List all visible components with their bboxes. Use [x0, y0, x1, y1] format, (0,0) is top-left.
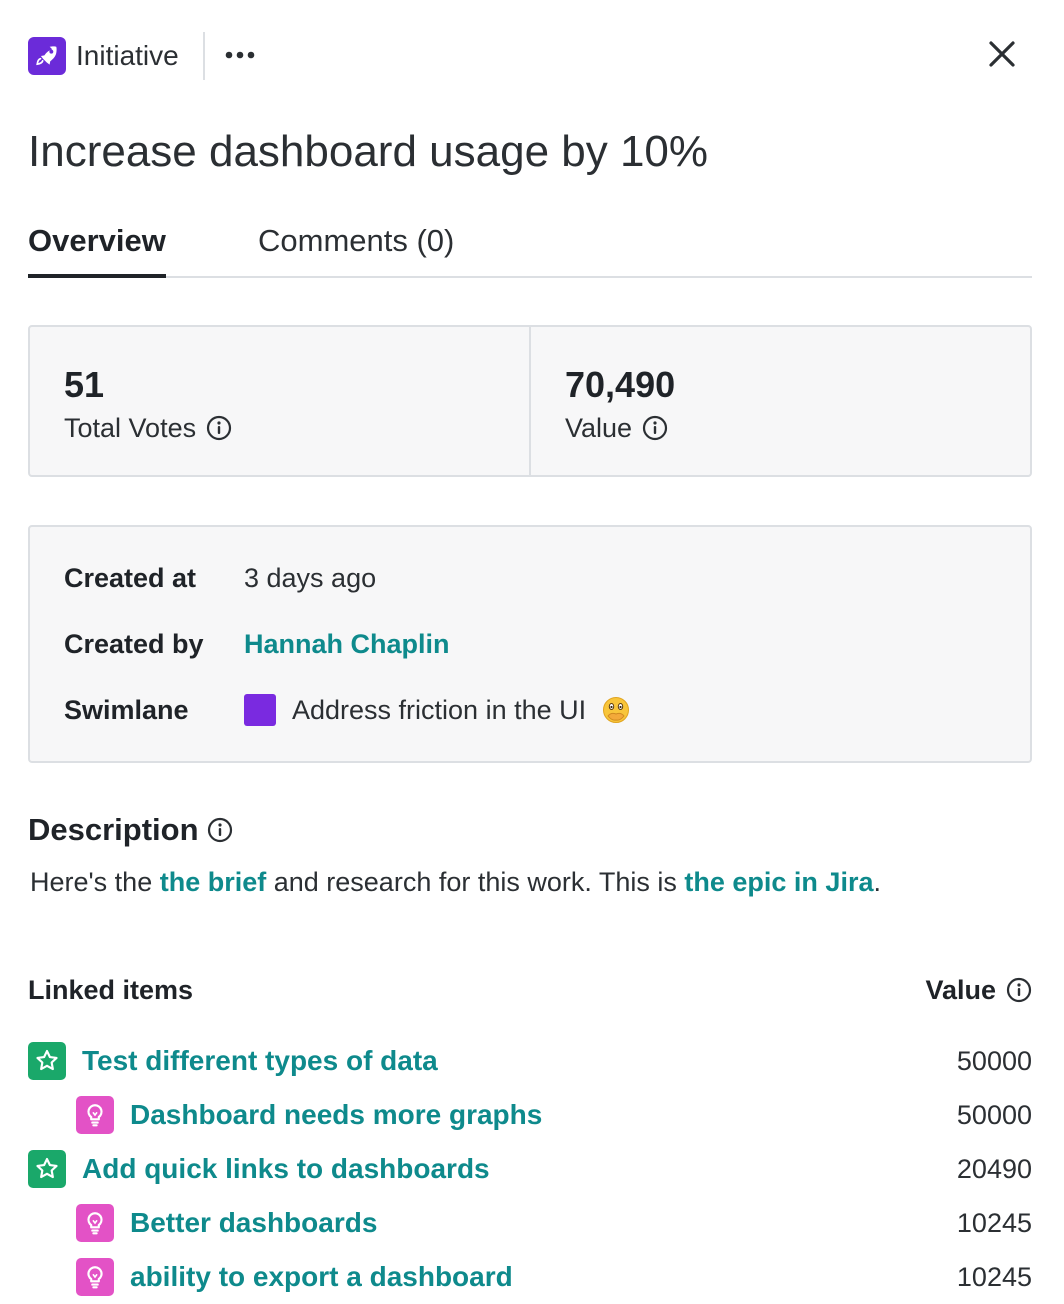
- stat-total-votes: 51 Total Votes: [30, 327, 529, 475]
- linked-item-row[interactable]: Better dashboards 10245: [28, 1196, 1032, 1250]
- total-votes-label: Total Votes: [64, 413, 197, 443]
- swimlane-value[interactable]: Address friction in the UI: [244, 694, 630, 726]
- created-at-label: Created at: [64, 562, 197, 593]
- linked-item-value: 50000: [956, 1045, 1032, 1076]
- created-by-label: Created by: [64, 628, 204, 659]
- lightbulb-icon: [76, 1096, 114, 1134]
- detail-created-at: Created at 3 days ago: [64, 558, 376, 598]
- created-by-user-link[interactable]: Hannah Chaplin: [244, 629, 450, 660]
- brief-link[interactable]: the brief: [160, 867, 267, 897]
- close-button[interactable]: [984, 38, 1020, 74]
- tab-overview[interactable]: Overview: [28, 220, 166, 278]
- star-icon: [28, 1042, 66, 1080]
- description-text-part: .: [873, 867, 881, 897]
- value-column-label: Value: [925, 975, 996, 1005]
- total-votes-value: 51: [64, 364, 105, 405]
- initiative-detail-panel: Initiative Increase dashboard usage by 1…: [0, 0, 1064, 1304]
- page-title[interactable]: Increase dashboard usage by 10%: [28, 124, 708, 180]
- swimlane-label: Swimlane: [64, 694, 189, 725]
- rocket-icon: [28, 37, 66, 75]
- info-icon[interactable]: [1006, 977, 1032, 1003]
- description-heading: Description: [28, 810, 233, 850]
- description-text-part: Here's the: [30, 867, 160, 897]
- record-type-label: Initiative: [76, 40, 179, 71]
- swimlane-color-swatch: [244, 694, 276, 726]
- stat-value: 70,490 Value: [529, 327, 1030, 475]
- linked-item-name[interactable]: Add quick links to dashboards: [82, 1153, 490, 1185]
- linked-items-title: Linked items: [28, 975, 194, 1005]
- linked-item-name[interactable]: Better dashboards: [130, 1207, 377, 1239]
- linked-item-value: 20490: [956, 1153, 1032, 1184]
- linked-item-value: 10245: [956, 1207, 1032, 1238]
- linked-items-value-heading: Value: [925, 970, 1032, 1010]
- description-title: Description: [28, 812, 199, 847]
- more-options-button[interactable]: [218, 40, 262, 72]
- more-horizontal-icon: [224, 47, 256, 65]
- panel-header: Initiative: [28, 32, 1032, 80]
- linked-items-list: Test different types of data 50000 Dashb…: [28, 1034, 1032, 1304]
- header-divider: [203, 32, 205, 80]
- tab-bar: Overview Comments (0): [28, 220, 1032, 278]
- star-icon: [28, 1150, 66, 1188]
- linked-item-name[interactable]: ability to export a dashboard: [130, 1261, 513, 1293]
- lightbulb-icon: [76, 1258, 114, 1296]
- stats-card: 51 Total Votes 70,490 Value: [28, 325, 1032, 477]
- info-icon[interactable]: [206, 415, 232, 441]
- linked-item-row[interactable]: Test different types of data 50000: [28, 1034, 1032, 1088]
- linked-items-header: Linked items Value: [28, 970, 1032, 1010]
- face-with-hand-over-mouth-icon: [602, 696, 630, 724]
- linked-item-row[interactable]: Add quick links to dashboards 20490: [28, 1142, 1032, 1196]
- lightbulb-icon: [76, 1204, 114, 1242]
- details-card: Created at 3 days ago Created by Hannah …: [28, 525, 1032, 763]
- linked-item-row[interactable]: ability to export a dashboard 10245: [28, 1250, 1032, 1304]
- swimlane-name: Address friction in the UI: [292, 694, 587, 725]
- linked-item-value: 10245: [956, 1261, 1032, 1292]
- info-icon[interactable]: [207, 817, 233, 843]
- description-text[interactable]: Here's the the brief and research for th…: [30, 862, 881, 902]
- record-type: Initiative: [28, 32, 179, 80]
- jira-epic-link[interactable]: the epic in Jira: [684, 867, 873, 897]
- detail-created-by: Created by Hannah Chaplin: [64, 624, 450, 664]
- total-votes-label-row: Total Votes: [64, 411, 232, 445]
- created-by-value: Hannah Chaplin: [244, 629, 450, 660]
- created-at-value: 3 days ago: [244, 562, 377, 593]
- value-label: Value: [565, 413, 633, 443]
- value-label-row: Value: [565, 411, 668, 445]
- value-amount: 70,490: [565, 364, 676, 405]
- linked-item-value: 50000: [956, 1099, 1032, 1130]
- description-text-part: and research for this work. This is: [266, 867, 685, 897]
- detail-swimlane: Swimlane Address friction in the UI: [64, 690, 630, 730]
- linked-item-row[interactable]: Dashboard needs more graphs 50000: [28, 1088, 1032, 1142]
- info-icon[interactable]: [642, 415, 668, 441]
- close-icon: [988, 40, 1016, 73]
- linked-item-name[interactable]: Test different types of data: [82, 1045, 438, 1077]
- linked-item-name[interactable]: Dashboard needs more graphs: [130, 1099, 542, 1131]
- tab-comments[interactable]: Comments (0): [258, 220, 454, 276]
